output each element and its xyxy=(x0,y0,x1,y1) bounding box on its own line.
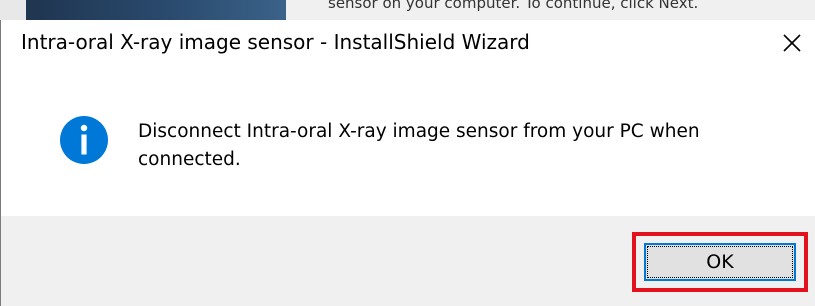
close-icon xyxy=(783,34,801,52)
close-button[interactable] xyxy=(769,20,815,66)
dialog-titlebar[interactable]: Intra-oral X-ray image sensor - InstallS… xyxy=(1,20,815,66)
dialog-message: Disconnect Intra-oral X-ray image sensor… xyxy=(138,121,700,170)
background-wizard-banner xyxy=(26,0,286,20)
ok-button-label: OK xyxy=(706,251,734,273)
dialog-title: Intra-oral X-ray image sensor - InstallS… xyxy=(21,30,530,54)
background-wizard-text: sensor on your computer. To continue, cl… xyxy=(328,0,699,12)
dialog-content: Disconnect Intra-oral X-ray image sensor… xyxy=(1,66,815,216)
info-icon xyxy=(60,116,108,164)
ok-button[interactable]: OK xyxy=(644,243,796,281)
background-wizard-window: sensor on your computer. To continue, cl… xyxy=(0,0,815,20)
screen: sensor on your computer. To continue, cl… xyxy=(0,0,815,306)
message-dialog: Intra-oral X-ray image sensor - InstallS… xyxy=(0,20,815,306)
dialog-footer: OK xyxy=(1,216,815,306)
background-wizard-edge xyxy=(0,0,26,20)
